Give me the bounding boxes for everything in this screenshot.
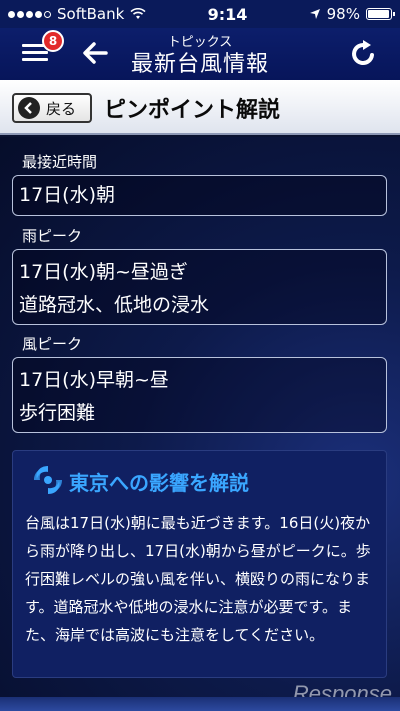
carrier-label: SoftBank (57, 5, 125, 23)
refresh-icon[interactable] (350, 38, 378, 68)
rain-peak-time: 17日(水)朝~昼過ぎ (19, 261, 188, 283)
battery-icon (365, 8, 395, 20)
content-area: 最接近時間 17日(水)朝 雨ピーク 17日(水)朝~昼過ぎ 道路冠水、低地の浸… (0, 137, 400, 711)
status-right: 98% (309, 5, 395, 23)
status-bar: SoftBank 9:14 98% (0, 0, 400, 28)
wifi-icon (130, 8, 146, 19)
clock: 9:14 (207, 4, 248, 24)
rain-peak-box: 17日(水)朝~昼過ぎ 道路冠水、低地の浸水 (12, 249, 387, 325)
wind-peak-impact: 歩行困難 (19, 402, 96, 424)
battery-percent: 98% (326, 5, 360, 23)
section-title: ピンポイント解説 (104, 98, 281, 123)
closest-time-label: 最接近時間 (22, 153, 98, 171)
bottom-strip (0, 697, 400, 711)
location-icon (309, 9, 320, 19)
closest-time-box: 17日(水)朝 (12, 175, 387, 216)
rain-peak-impact: 道路冠水、低地の浸水 (19, 294, 210, 316)
impact-title: 東京への影響を解説 (69, 471, 249, 495)
impact-card: 東京への影響を解説 台風は17日(水)朝に最も近づきます。16日(火)夜から雨が… (12, 450, 387, 678)
rain-peak-label: 雨ピーク (22, 227, 83, 245)
wind-peak-label: 風ピーク (22, 335, 83, 353)
signal-icon (8, 10, 51, 18)
wind-peak-box: 17日(水)早朝~昼 歩行困難 (12, 357, 387, 433)
return-label: 戻る (46, 99, 77, 118)
wind-peak-time: 17日(水)早朝~昼 (19, 369, 169, 391)
page-title: 最新台風情報 (130, 52, 269, 77)
impact-body: 台風は17日(水)朝に最も近づきます。16日(火)夜から雨が降り出し、17日(水… (25, 514, 371, 644)
closest-time-value: 17日(水)朝 (19, 184, 116, 206)
section-header: 戻る ピンポイント解説 (0, 80, 400, 135)
chevron-left-icon (18, 97, 40, 119)
return-button[interactable]: 戻る (12, 93, 92, 123)
typhoon-icon (34, 466, 62, 494)
status-left: SoftBank (8, 5, 146, 23)
nav-bar: 8 トピックス 最新台風情報 (0, 28, 400, 80)
